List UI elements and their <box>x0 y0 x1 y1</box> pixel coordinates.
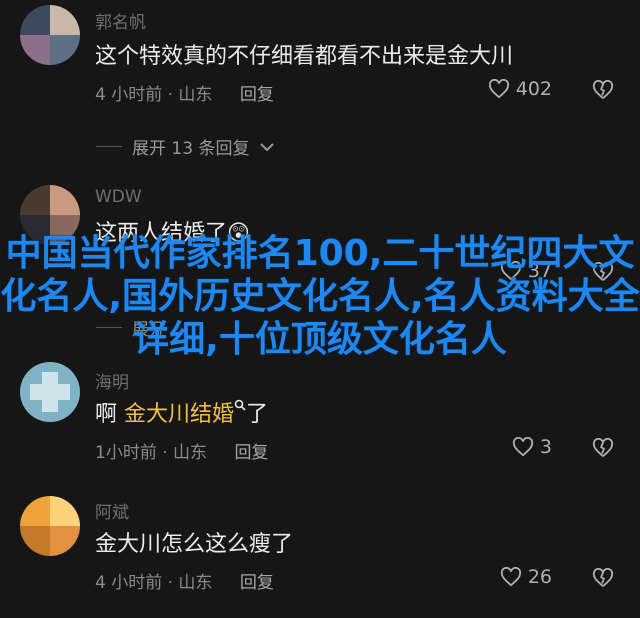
comment-time-location: 4 小时前 · 山东 <box>95 85 213 105</box>
reply-button[interactable]: 回复 <box>234 443 268 463</box>
comment-meta: 4 小时前 · 山东 回复 <box>95 80 274 105</box>
comment-meta: 4 小时前 · 山东 回复 <box>95 568 274 593</box>
like-count: 26 <box>527 566 552 588</box>
comment-text: 这个特效真的不仔细看都看不出来是金大川 <box>95 44 514 69</box>
like-button[interactable]: 3 <box>512 436 552 458</box>
overlay-headline: 中国当代作家排名100,二十世纪四大文化名人,国外历史文化名人,名人资料大全详细… <box>0 233 640 360</box>
comment-username[interactable]: 海明 <box>95 368 129 393</box>
heart-outline-icon <box>488 79 509 99</box>
chevron-down-icon <box>260 142 275 151</box>
heart-outline-icon <box>500 567 521 587</box>
dislike-button[interactable] <box>592 567 614 592</box>
comment-meta: 1小时前 · 山东 回复 <box>95 438 268 463</box>
like-button[interactable]: 402 <box>488 78 552 100</box>
dislike-button[interactable] <box>592 79 614 104</box>
search-highlight-link[interactable]: 金大川结婚 <box>124 402 234 427</box>
comment-text-prefix: 啊 <box>95 402 124 427</box>
search-icon[interactable] <box>234 399 246 411</box>
comment-time-location: 4 小时前 · 山东 <box>95 573 213 593</box>
expand-replies-button[interactable]: 展开 13 条回复 <box>96 134 275 159</box>
comment-username[interactable]: 郭名帆 <box>95 8 146 33</box>
broken-heart-icon <box>592 567 614 587</box>
comment-username[interactable]: 阿斌 <box>95 498 129 523</box>
divider-line <box>96 146 122 147</box>
broken-heart-icon <box>592 437 614 457</box>
broken-heart-icon <box>592 79 614 99</box>
avatar[interactable] <box>20 5 80 65</box>
expand-replies-label: 展开 13 条回复 <box>132 139 250 159</box>
like-button[interactable]: 26 <box>500 566 552 588</box>
avatar[interactable] <box>20 362 80 422</box>
comment-text: 啊 金大川结婚了 <box>95 396 268 428</box>
heart-outline-icon <box>512 437 533 457</box>
dislike-button[interactable] <box>592 437 614 462</box>
comment-time-location: 1小时前 · 山东 <box>95 443 208 463</box>
avatar[interactable] <box>20 496 80 556</box>
comment-text: 金大川怎么这么瘦了 <box>95 532 294 557</box>
like-count: 402 <box>515 78 552 100</box>
like-count: 3 <box>539 436 552 458</box>
comment-username[interactable]: WDW <box>95 187 142 207</box>
reply-button[interactable]: 回复 <box>240 85 274 105</box>
reply-button[interactable]: 回复 <box>240 573 274 593</box>
comment-text-suffix: 了 <box>246 402 269 427</box>
